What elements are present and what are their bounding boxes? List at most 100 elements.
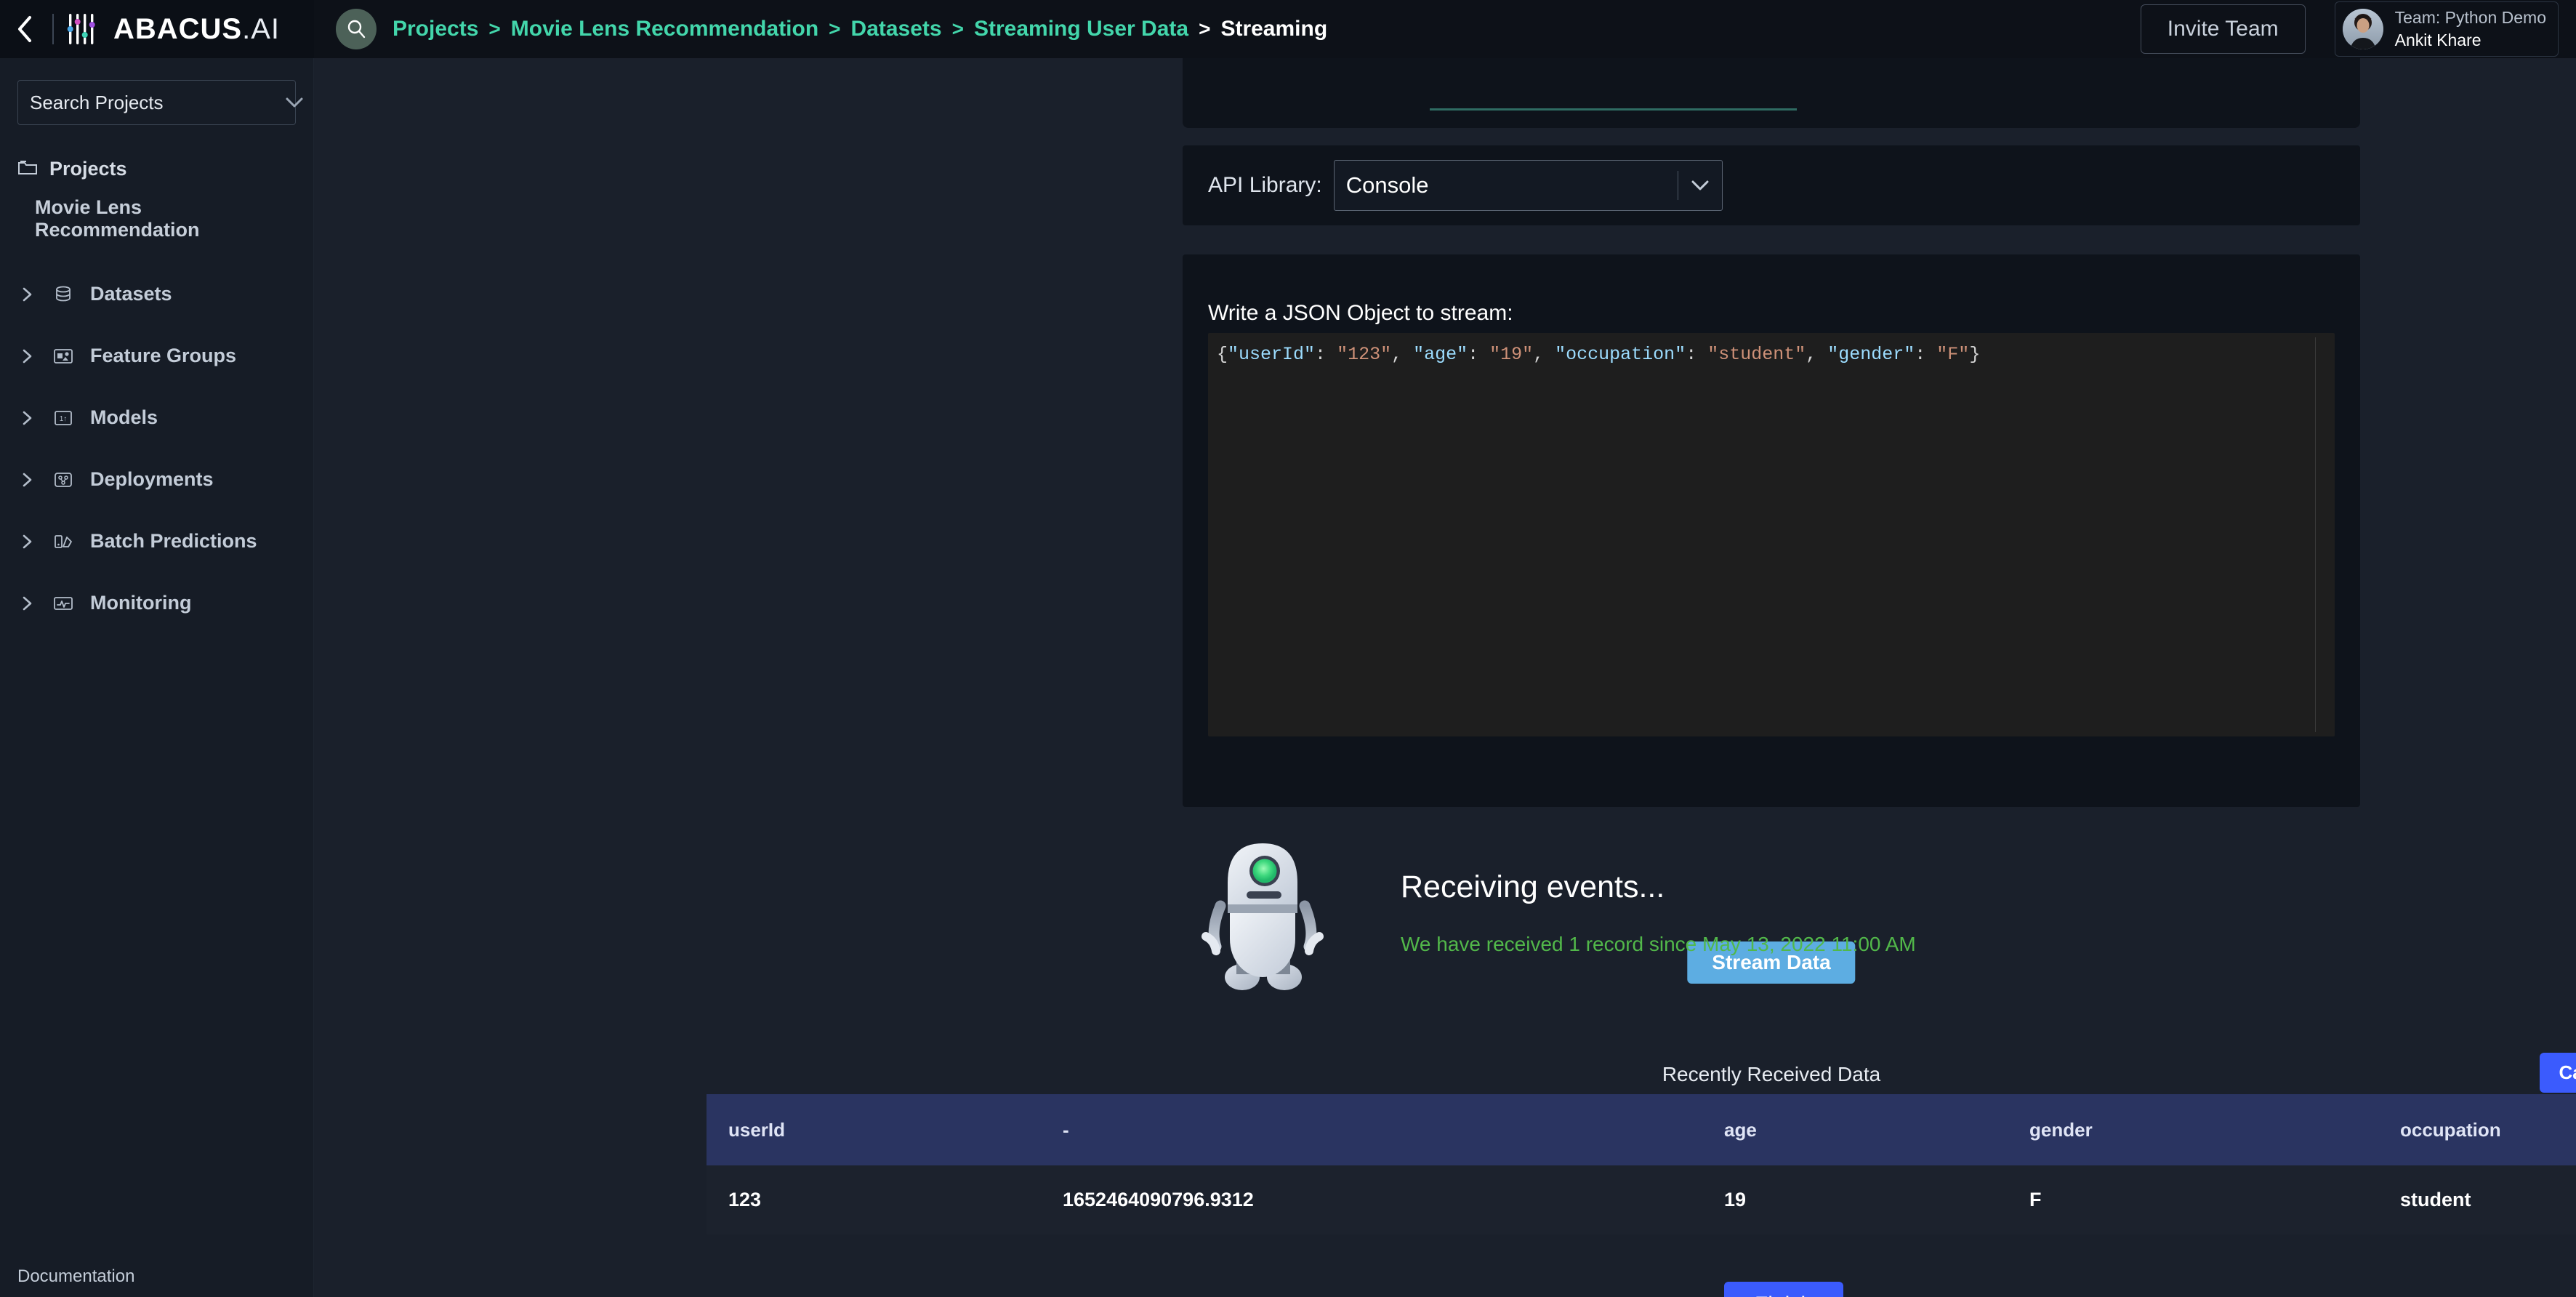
brand-zone: ABACUS.AI (0, 0, 314, 58)
table-body: 123 1652464090796.9312 19 F student (707, 1165, 2576, 1234)
user-menu[interactable]: Team: Python Demo Ankit Khare (2335, 1, 2559, 57)
search-input[interactable] (18, 92, 285, 114)
top-bar-right: Invite Team (2141, 0, 2576, 58)
breadcrumb-item-projects[interactable]: Projects (393, 17, 478, 41)
breadcrumb-item-streaming-user-data[interactable]: Streaming User Data (974, 17, 1188, 41)
recently-received-data-label: Recently Received Data (1662, 1063, 1880, 1086)
tab-active-underline (1430, 108, 1797, 111)
cell-userid: 123 (707, 1165, 1041, 1234)
back-chevron-icon[interactable] (10, 15, 39, 44)
sidebar-item-datasets[interactable]: Datasets (0, 263, 313, 325)
svg-text:1↑: 1↑ (60, 415, 68, 423)
documentation-link[interactable]: Documentation (17, 1266, 134, 1287)
search-projects-field[interactable] (17, 80, 296, 125)
user-meta: Team: Python Demo Ankit Khare (2395, 8, 2546, 50)
magnifier-glyph (345, 18, 367, 40)
avatar (2343, 9, 2383, 49)
receiving-subtitle: We have received 1 record since May 13, … (1401, 933, 1916, 956)
breadcrumb-item-movie-lens-recommendation[interactable]: Movie Lens Recommendation (511, 17, 818, 41)
batch-predictions-icon (49, 533, 77, 550)
cell-gender: F (2008, 1165, 2378, 1234)
chevron-right-icon[interactable] (22, 286, 36, 302)
abacus-logo-icon (67, 12, 105, 46)
received-data-table: userId - age gender occupation 123 16524… (707, 1094, 2576, 1234)
receiving-text: Receiving events... We have received 1 r… (1401, 870, 1916, 956)
chevron-right-glyph (22, 472, 33, 488)
sidebar-item-batch-predictions[interactable]: Batch Predictions (0, 510, 313, 572)
chevron-right-glyph (22, 286, 33, 302)
sidebar-item-label: Monitoring (90, 592, 191, 614)
chevron-down-icon[interactable] (285, 97, 304, 108)
finish-button[interactable]: Finish (1724, 1282, 1843, 1297)
column-header-age[interactable]: age (1702, 1094, 2008, 1165)
sidebar-item-deployments[interactable]: Deployments (0, 449, 313, 510)
sidebar-item-label: Models (90, 406, 158, 429)
body-row: Projects Movie Lens Recommendation (0, 58, 2576, 1297)
sidebar-item-feature-groups[interactable]: Feature Groups (0, 325, 313, 387)
sidebar-item-models[interactable]: 1↑ Models (0, 387, 313, 449)
capture-streaming-schema-button[interactable]: Capture Streaming Schema (2540, 1053, 2576, 1093)
sidebar-projects-label: Projects (49, 158, 127, 180)
column-header-userid[interactable]: userId (707, 1094, 1041, 1165)
sidebar-item-projects[interactable]: Projects (0, 148, 313, 189)
breadcrumb-separator: > (952, 17, 964, 41)
search-icon[interactable] (336, 9, 377, 49)
cell-occupation: student (2378, 1165, 2576, 1234)
api-library-card: API Library: Console (1183, 145, 2360, 225)
upper-panel-clipped (1183, 58, 2360, 128)
chevron-right-icon[interactable] (22, 410, 36, 426)
table-section-header: Recently Received Data Capture Streaming… (707, 1053, 2576, 1096)
top-bar: ABACUS.AI Projects > Movie Lens Recommen… (0, 0, 2576, 58)
avatar-image (2343, 9, 2383, 49)
models-icon: 1↑ (49, 409, 77, 427)
sidebar-item-label: Datasets (90, 283, 172, 305)
robot-icon (1183, 835, 1343, 991)
chevron-right-icon[interactable] (22, 472, 36, 488)
receiving-title: Receiving events... (1401, 870, 1916, 905)
folder-icon (17, 158, 38, 180)
receiving-status: Receiving events... We have received 1 r… (1183, 822, 2360, 1003)
sidebar-nav-list: Datasets (0, 263, 313, 634)
cell-age: 19 (1702, 1165, 2008, 1234)
json-code-editor[interactable]: {"userId": "123", "age": "19", "occupati… (1208, 333, 2335, 736)
api-library-label: API Library: (1208, 173, 1322, 198)
table-row[interactable]: 123 1652464090796.9312 19 F student (707, 1165, 2576, 1234)
breadcrumb-item-streaming: Streaming (1220, 17, 1327, 41)
table-header: userId - age gender occupation (707, 1094, 2576, 1165)
chevron-right-icon[interactable] (22, 595, 36, 611)
batch-predictions-glyph (54, 533, 73, 550)
breadcrumb-zone: Projects > Movie Lens Recommendation > D… (314, 0, 2141, 58)
main-content: API Library: Console Write a JSON Object… (314, 58, 2576, 1297)
invite-team-button[interactable]: Invite Team (2141, 4, 2306, 54)
sidebar-active-project[interactable]: Movie Lens Recommendation (0, 189, 313, 249)
user-name-label: Ankit Khare (2395, 31, 2546, 50)
json-editor-card: Write a JSON Object to stream: {"userId"… (1183, 254, 2360, 807)
column-header-dash[interactable]: - (1041, 1094, 1702, 1165)
api-library-select[interactable]: Console (1334, 160, 1723, 211)
breadcrumb-item-datasets[interactable]: Datasets (851, 17, 942, 41)
breadcrumb: Projects > Movie Lens Recommendation > D… (393, 17, 1327, 41)
chevron-right-glyph (22, 410, 33, 426)
cell-timestamp: 1652464090796.9312 (1041, 1165, 1702, 1234)
folder-glyph (17, 158, 38, 176)
chevron-right-icon[interactable] (22, 348, 36, 364)
chevron-down-glyph (1691, 180, 1710, 191)
feature-groups-icon (49, 348, 77, 365)
user-team-label: Team: Python Demo (2395, 8, 2546, 28)
sidebar: Projects Movie Lens Recommendation (0, 58, 314, 1297)
abacus-logo[interactable]: ABACUS.AI (67, 12, 280, 46)
sidebar-item-label: Feature Groups (90, 345, 236, 367)
chevron-right-glyph (22, 595, 33, 611)
column-header-gender[interactable]: gender (2008, 1094, 2378, 1165)
sidebar-item-monitoring[interactable]: Monitoring (0, 572, 313, 634)
api-library-value: Console (1335, 172, 1678, 198)
chevron-right-icon[interactable] (22, 534, 36, 550)
chevron-left-icon (15, 15, 34, 44)
chevron-down-glyph (285, 97, 304, 108)
chevron-right-glyph (22, 534, 33, 550)
chevron-down-icon[interactable] (1678, 180, 1722, 191)
sidebar-item-label: Deployments (90, 468, 214, 491)
brand-divider (52, 14, 54, 44)
column-header-occupation[interactable]: occupation (2378, 1094, 2576, 1165)
models-glyph: 1↑ (54, 409, 73, 427)
